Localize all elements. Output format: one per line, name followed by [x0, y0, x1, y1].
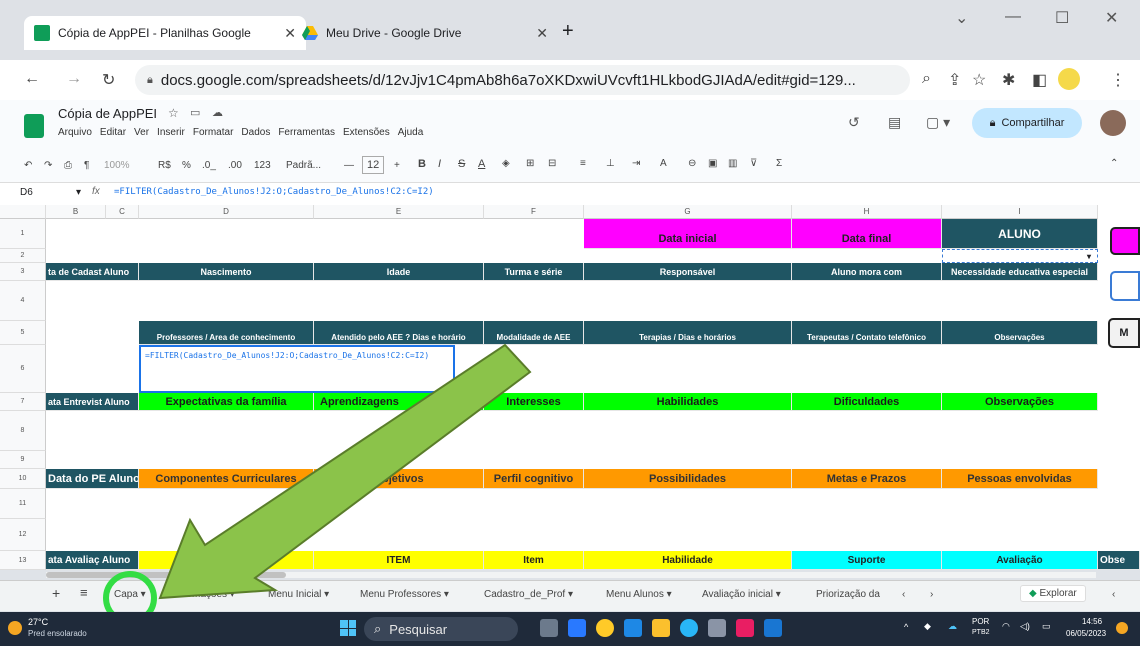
browser-icon[interactable] — [680, 619, 698, 637]
windows-taskbar: 27°C Pred ensolarado ⌕ Pesquisar ^ ◆ ☁ P… — [0, 612, 1140, 646]
app-icon[interactable] — [764, 619, 782, 637]
keyboard-layout[interactable]: PTB2 — [972, 629, 990, 636]
annotation-overlay — [103, 343, 532, 625]
wifi-icon[interactable]: ◠ — [1002, 621, 1010, 632]
clock-time[interactable]: 14:56 — [1082, 617, 1102, 626]
tray-network-app-icon[interactable]: ◆ — [924, 621, 931, 632]
tray-onedrive-icon[interactable]: ☁ — [948, 621, 957, 632]
clock-date[interactable]: 06/05/2023 — [1066, 629, 1106, 638]
task-view-icon[interactable] — [540, 619, 558, 637]
tray-chevron-icon[interactable]: ^ — [904, 622, 908, 632]
language-indicator[interactable]: POR — [972, 617, 989, 626]
volume-icon[interactable]: ◁) — [1020, 621, 1030, 632]
weather-desc[interactable]: Pred ensolarado — [28, 629, 87, 638]
taskbar-search[interactable]: ⌕ Pesquisar — [364, 617, 518, 641]
weather-sun-icon — [8, 621, 22, 635]
windows-start-icon[interactable] — [340, 620, 356, 636]
notification-icon[interactable] — [1116, 622, 1128, 634]
green-arrow-annotation — [158, 343, 532, 600]
weather-temp[interactable]: 27°C — [28, 617, 48, 627]
settings-gear-icon[interactable] — [708, 619, 726, 637]
chrome-icon[interactable] — [596, 619, 614, 637]
file-explorer-icon[interactable] — [652, 619, 670, 637]
edge-icon[interactable] — [624, 619, 642, 637]
search-icon: ⌕ — [374, 621, 382, 636]
instagram-icon[interactable] — [736, 619, 754, 637]
search-placeholder: Pesquisar — [389, 621, 448, 637]
chat-icon[interactable] — [568, 619, 586, 637]
battery-icon[interactable]: ▭ — [1042, 621, 1051, 632]
